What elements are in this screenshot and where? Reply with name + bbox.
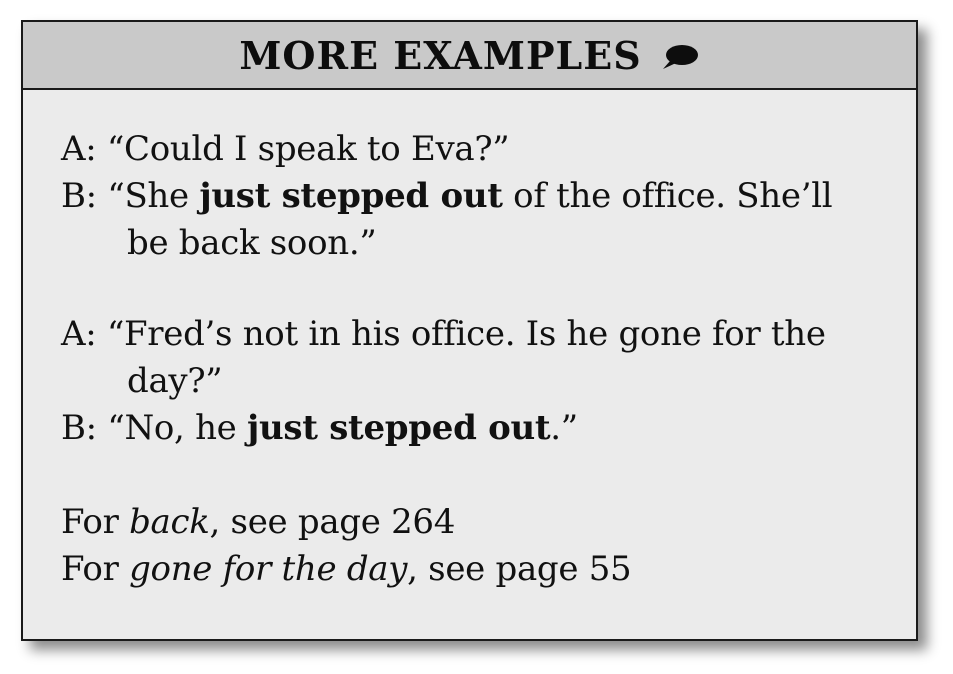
example-2-line-a: A: “Fred’s not in his office. Is he gone… — [61, 311, 916, 358]
reference-prefix: For — [61, 549, 130, 589]
dialogue-text: “Fred’s not in his office. Is he gone fo… — [106, 314, 826, 354]
box-title: MORE EXAMPLES — [239, 32, 642, 78]
reference-line-gone-for-the-day: For gone for the day, see page 55 — [61, 546, 916, 593]
reference-page: , see page 264 — [209, 502, 456, 542]
dialogue-text: “No, he — [107, 408, 248, 448]
box-header: MORE EXAMPLES — [23, 22, 916, 90]
speaker-label: B: — [61, 176, 97, 216]
speaker-label: A: — [61, 129, 97, 169]
reference-page: , see page 55 — [407, 549, 632, 589]
example-1-line-a: A: “Could I speak to Eva?” — [61, 126, 916, 173]
dialogue-text: of the office. She’ll — [502, 176, 833, 216]
example-2-line-a-cont: day?” — [61, 358, 916, 405]
reference-term: gone for the day — [129, 549, 408, 589]
speaker-label: A: — [61, 314, 97, 354]
dialogue-text: day?” — [127, 361, 223, 401]
speech-bubble-icon — [660, 43, 700, 71]
examples-content: A: “Could I speak to Eva?” B: “She just … — [23, 90, 916, 593]
dialogue-text: .” — [550, 408, 578, 448]
example-2-line-b: B: “No, he just stepped out.” — [61, 405, 916, 452]
dialogue-text: “She — [107, 176, 200, 216]
speaker-label: B: — [61, 408, 97, 448]
highlighted-phrase: just stepped out — [199, 176, 503, 216]
highlighted-phrase: just stepped out — [247, 408, 551, 448]
reference-prefix: For — [61, 502, 130, 542]
reference-line-back: For back, see page 264 — [61, 499, 916, 546]
dialogue-text: be back soon.” — [127, 223, 377, 263]
reference-term: back — [129, 502, 210, 542]
example-1-line-b: B: “She just stepped out of the office. … — [61, 173, 916, 220]
example-1-line-b-cont: be back soon.” — [61, 220, 916, 267]
dialogue-text: “Could I speak to Eva?” — [106, 129, 510, 169]
examples-box: MORE EXAMPLES A: “Could I speak to Eva?”… — [21, 20, 918, 641]
